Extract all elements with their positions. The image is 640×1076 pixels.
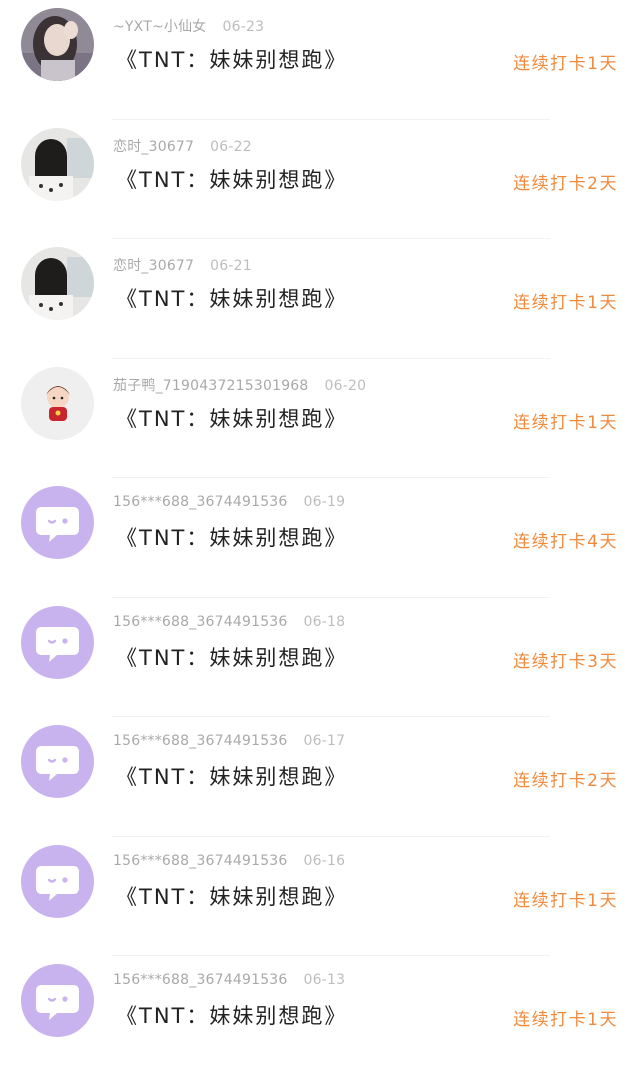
photo-avatar-icon (21, 127, 94, 201)
record-date: 06-21 (210, 258, 252, 274)
avatar[interactable] (21, 725, 94, 798)
list-item[interactable]: 156***688_3674491536 06-16 《TNT：妹妹别想跑》 连续… (0, 837, 640, 956)
book-title[interactable]: 《TNT：妹妹别想跑》 (116, 522, 347, 552)
user-name[interactable]: 156***688_3674491536 (113, 733, 288, 749)
streak-label: 连续打卡2天 (513, 173, 618, 194)
streak-label: 连续打卡1天 (513, 293, 618, 313)
book-title[interactable]: 《TNT：妹妹别想跑》 (116, 283, 347, 313)
record-date: 06-17 (303, 733, 346, 749)
checkin-record-list: ~YXT~小仙女 06-23 《TNT：妹妹别想跑》 连续打卡1天 恋时_3067… (0, 0, 640, 1076)
chat-bubble-avatar-icon (21, 964, 94, 1037)
book-title[interactable]: 《TNT：妹妹别想跑》 (116, 761, 347, 791)
record-date: 06-16 (303, 852, 346, 869)
record-date: 06-20 (324, 377, 367, 394)
list-item[interactable]: 156***688_3674491536 06-19 《TNT：妹妹别想跑》 连续… (0, 478, 640, 598)
list-item[interactable]: 茄子鸭_7190437215301968 06-20 《TNT：妹妹别想跑》 连续… (0, 359, 640, 478)
list-item[interactable]: ~YXT~小仙女 06-23 《TNT：妹妹别想跑》 连续打卡1天 (0, 0, 640, 120)
user-name[interactable]: ~YXT~小仙女 (113, 19, 207, 35)
streak-label: 连续打卡1天 (513, 54, 618, 74)
book-title[interactable]: 《TNT：妹妹别想跑》 (116, 1000, 347, 1030)
user-name[interactable]: 156***688_3674491536 (113, 494, 288, 510)
record-meta: ~YXT~小仙女 06-23 (113, 16, 264, 36)
book-title[interactable]: 《TNT：妹妹别想跑》 (116, 164, 347, 194)
avatar[interactable] (21, 127, 94, 201)
book-title[interactable]: 《TNT：妹妹别想跑》 (116, 881, 347, 911)
user-name[interactable]: 恋时_30677 (113, 258, 194, 274)
record-meta: 恋时_30677 06-21 (113, 255, 252, 275)
photo-avatar-icon (21, 247, 94, 320)
streak-label: 连续打卡1天 (513, 890, 618, 911)
record-date: 06-13 (303, 972, 346, 988)
list-item[interactable]: 156***688_3674491536 06-13 《TNT：妹妹别想跑》 连续… (0, 956, 640, 1076)
user-name[interactable]: 156***688_3674491536 (113, 972, 288, 988)
avatar[interactable] (21, 486, 94, 559)
list-item[interactable]: 恋时_30677 06-21 《TNT：妹妹别想跑》 连续打卡1天 (0, 239, 640, 359)
streak-label: 连续打卡3天 (513, 651, 618, 672)
user-name[interactable]: 恋时_30677 (113, 139, 194, 155)
record-date: 06-19 (303, 494, 346, 510)
record-meta: 156***688_3674491536 06-18 (113, 614, 345, 630)
user-name[interactable]: 156***688_3674491536 (113, 614, 288, 630)
avatar[interactable] (21, 366, 94, 440)
user-name[interactable]: 156***688_3674491536 (113, 853, 288, 869)
streak-label: 连续打卡1天 (513, 1010, 618, 1030)
record-date: 06-18 (303, 613, 346, 630)
record-meta: 156***688_3674491536 06-13 (113, 972, 345, 988)
chat-bubble-avatar-icon (21, 605, 94, 679)
book-title[interactable]: 《TNT：妹妹别想跑》 (116, 44, 347, 74)
user-name[interactable]: 茄子鸭_7190437215301968 (113, 378, 309, 394)
avatar[interactable] (21, 605, 94, 679)
record-meta: 156***688_3674491536 06-17 (113, 733, 345, 749)
record-meta: 茄子鸭_7190437215301968 06-20 (113, 375, 366, 395)
book-title[interactable]: 《TNT：妹妹别想跑》 (116, 403, 347, 433)
streak-label: 连续打卡1天 (513, 412, 618, 433)
chat-bubble-avatar-icon (21, 486, 94, 559)
avatar[interactable] (21, 844, 94, 918)
list-item[interactable]: 156***688_3674491536 06-18 《TNT：妹妹别想跑》 连续… (0, 598, 640, 717)
chat-bubble-avatar-icon (21, 844, 94, 918)
record-meta: 156***688_3674491536 06-16 (113, 853, 345, 869)
cartoon-avatar-icon (21, 366, 94, 440)
streak-label: 连续打卡4天 (513, 532, 618, 552)
record-date: 06-22 (210, 138, 252, 155)
chat-bubble-avatar-icon (21, 725, 94, 798)
list-item[interactable]: 156***688_3674491536 06-17 《TNT：妹妹别想跑》 连续… (0, 717, 640, 837)
photo-avatar-icon (21, 8, 94, 81)
list-item[interactable]: 恋时_30677 06-22 《TNT：妹妹别想跑》 连续打卡2天 (0, 120, 640, 239)
book-title[interactable]: 《TNT：妹妹别想跑》 (116, 642, 347, 672)
avatar[interactable] (21, 964, 94, 1037)
avatar[interactable] (21, 247, 94, 320)
record-meta: 156***688_3674491536 06-19 (113, 494, 345, 510)
record-meta: 恋时_30677 06-22 (113, 136, 252, 156)
avatar[interactable] (21, 8, 94, 81)
record-date: 06-23 (222, 19, 265, 35)
streak-label: 连续打卡2天 (513, 771, 618, 791)
